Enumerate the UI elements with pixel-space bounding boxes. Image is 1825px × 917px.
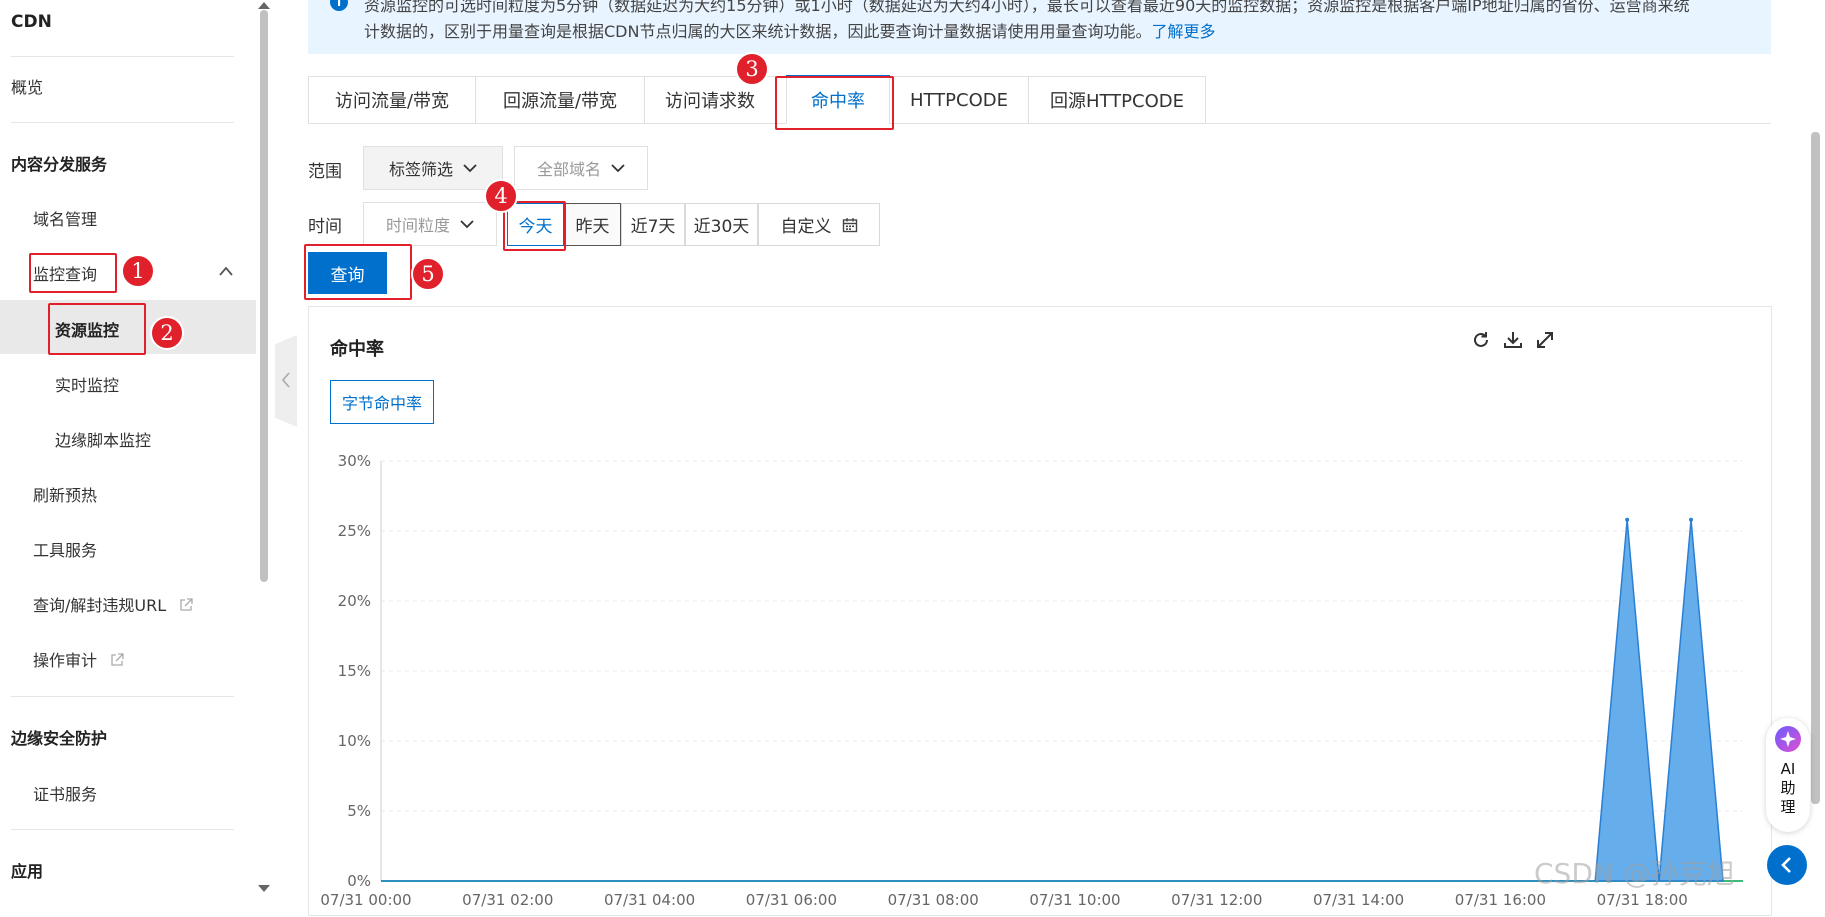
learn-more-link[interactable]: 了解更多: [1151, 22, 1215, 41]
chevron-down-icon: [463, 163, 477, 172]
watermark: CSDN @孙克旭: [1534, 857, 1735, 890]
select-value: 标签筛选: [388, 160, 453, 179]
sidebar-title: CDN: [11, 12, 52, 32]
x-tick-label: 07/31 04:00: [604, 891, 695, 909]
divider: [11, 696, 234, 697]
tag-filter-select[interactable]: 标签筛选: [363, 146, 503, 190]
x-tick-label: 07/31 14:00: [1313, 891, 1404, 909]
scope-label: 范围: [308, 162, 342, 182]
scroll-down-arrow[interactable]: [258, 885, 270, 892]
annotation-badge-4: 4: [484, 179, 518, 213]
ai-logo-icon: [1775, 726, 1801, 752]
chevron-down-icon: [460, 219, 474, 228]
info-banner: i 资源监控的可选时间粒度为5分钟（数据延迟为大约15分钟）或1小时（数据延迟为…: [308, 0, 1771, 54]
ai-assistant-label: AI 助 理: [1780, 760, 1796, 816]
banner-text-line1: 资源监控的可选时间粒度为5分钟（数据延迟为大约15分钟）或1小时（数据延迟为大约…: [364, 0, 1690, 15]
x-tick-label: 07/31 18:00: [1597, 891, 1688, 909]
sidebar-item-label: 查询/解封违规URL: [33, 596, 167, 615]
calendar-icon: [842, 217, 857, 232]
tab-hit-rate[interactable]: 命中率: [786, 75, 890, 124]
custom-label: 自定义: [780, 217, 832, 237]
sidebar-item-cert-service[interactable]: 证书服务: [33, 781, 97, 805]
tab-httpcode[interactable]: HTTPCODE: [889, 76, 1029, 124]
range-today-button[interactable]: 今天: [507, 203, 564, 246]
sidebar-item-overview[interactable]: 概览: [11, 74, 43, 98]
y-tick-label: 0%: [347, 872, 371, 890]
y-tick-label: 25%: [338, 522, 371, 540]
series-area: [381, 519, 1724, 882]
hit-rate-chart: 0% 5% 10% 15% 20% 25% 30% 07/31 00:00 07/31 02:0…: [320, 452, 1743, 909]
x-tick-label: 07/31 02:00: [462, 891, 553, 909]
chevron-down-icon: [611, 163, 625, 172]
page-scrollbar[interactable]: [1811, 132, 1820, 804]
banner-text: 计数据的，区别于用量查询是根据CDN节点归属的大区来统计数据，因此要查询计量数据…: [364, 22, 1152, 41]
select-value: 全部域名: [536, 160, 601, 179]
annotation-badge-3: 3: [735, 52, 769, 86]
sidebar-group-app: 应用: [11, 862, 44, 881]
chevron-left-icon: [1781, 857, 1791, 873]
sidebar-item-illegal-url[interactable]: 查询/解封违规URL: [33, 592, 193, 616]
banner-text-line2: 计数据的，区别于用量查询是根据CDN节点归属的大区来统计数据，因此要查询计量数据…: [364, 18, 1215, 42]
range-custom-button[interactable]: 自定义: [758, 203, 880, 246]
x-tick-label: 07/31 00:00: [320, 891, 411, 909]
data-point: [1625, 517, 1630, 522]
divider: [11, 829, 234, 830]
domain-select[interactable]: 全部域名: [514, 146, 648, 190]
y-tick-label: 15%: [338, 662, 371, 680]
select-value: 时间粒度: [385, 216, 450, 235]
sidebar-item-domain-mgmt[interactable]: 域名管理: [33, 206, 97, 230]
sidebar-item-realtime-monitor[interactable]: 实时监控: [55, 372, 119, 396]
time-label: 时间: [308, 217, 342, 237]
x-tick-label: 07/31 16:00: [1455, 891, 1546, 909]
range-yesterday-button[interactable]: 昨天: [564, 203, 621, 246]
external-link-icon: [111, 653, 124, 666]
sidebar-collapse-handle[interactable]: [275, 335, 297, 427]
ai-assistant-button[interactable]: AI 助 理: [1766, 718, 1810, 832]
sidebar-item-operation-audit[interactable]: 操作审计: [33, 647, 124, 671]
annotation-badge-2: 2: [150, 316, 184, 350]
annotation-badge-5: 5: [411, 257, 445, 291]
sidebar-item-label: 操作审计: [33, 651, 98, 670]
sidebar-active-bg: [0, 300, 256, 354]
y-tick-label: 20%: [338, 592, 371, 610]
chart-card: 命中率 字节命中率 0% 5% 10% 15% 20% 25% 30% 07/31 00:00…: [308, 306, 1772, 916]
external-link-icon: [180, 598, 193, 611]
sidebar-scrollbar[interactable]: [260, 10, 268, 582]
tab-access-traffic[interactable]: 访问流量/带宽: [308, 76, 476, 124]
sidebar-item-monitor-query[interactable]: 监控查询: [33, 261, 97, 285]
data-point: [1689, 517, 1694, 522]
scroll-up-arrow[interactable]: [258, 2, 270, 9]
annotation-badge-1: 1: [121, 254, 155, 288]
sidebar-item-refresh-preheat[interactable]: 刷新预热: [33, 482, 97, 506]
range-7d-button[interactable]: 近7天: [621, 203, 685, 246]
sidebar: CDN 概览 内容分发服务 域名管理 监控查询 资源监控 实时监控 边缘脚本监控…: [0, 0, 256, 908]
tab-origin-httpcode[interactable]: 回源HTTPCODE: [1028, 76, 1206, 124]
sidebar-item-tool-service[interactable]: 工具服务: [33, 537, 97, 561]
ai-toggle-button[interactable]: [1767, 845, 1807, 885]
divider: [11, 122, 234, 123]
x-tick-label: 07/31 12:00: [1171, 891, 1262, 909]
query-button[interactable]: 查询: [308, 252, 387, 294]
chevron-up-icon[interactable]: [218, 265, 234, 277]
chevron-left-icon: [281, 372, 290, 388]
y-tick-label: 10%: [338, 732, 371, 750]
sidebar-group-security: 边缘安全防护: [11, 729, 108, 748]
x-tick-label: 07/31 06:00: [746, 891, 837, 909]
info-icon: i: [330, 0, 348, 11]
x-tick-label: 07/31 10:00: [1029, 891, 1120, 909]
sidebar-group-cdn: 内容分发服务: [11, 155, 108, 174]
granularity-select[interactable]: 时间粒度: [363, 202, 497, 246]
divider: [11, 56, 234, 57]
y-tick-label: 30%: [338, 452, 371, 470]
sidebar-item-edge-script-monitor[interactable]: 边缘脚本监控: [55, 427, 151, 451]
range-30d-button[interactable]: 近30天: [685, 203, 758, 246]
y-tick-label: 5%: [347, 802, 371, 820]
x-tick-label: 07/31 08:00: [888, 891, 979, 909]
tab-origin-traffic[interactable]: 回源流量/带宽: [475, 76, 645, 124]
sidebar-item-resource-monitor[interactable]: 资源监控: [55, 317, 119, 341]
